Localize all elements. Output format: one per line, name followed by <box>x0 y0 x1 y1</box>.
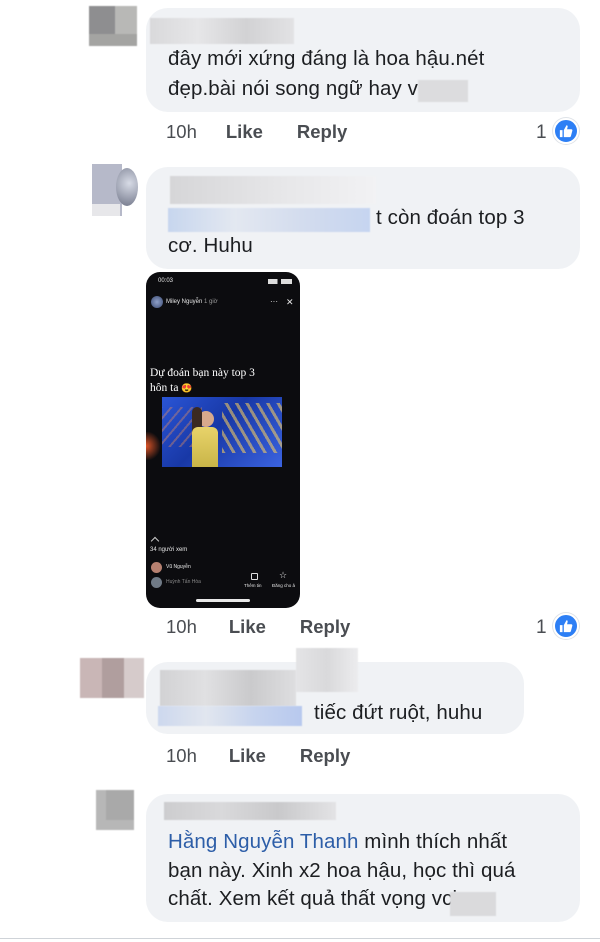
comment-text-segment: mình thích nhất <box>358 830 508 853</box>
post-button[interactable]: Đăng cho ả <box>272 583 295 588</box>
comment-text-line: chất. Xem kết quả thất vọng vcic <box>168 887 468 910</box>
viewer-name: Huỳnh Tấn Hòa <box>166 579 201 585</box>
comment-text-line: t còn đoán top 3 <box>376 206 525 229</box>
divider <box>0 938 600 939</box>
like-button[interactable]: Like <box>229 745 266 767</box>
home-indicator <box>196 599 250 602</box>
comment-time[interactable]: 10h <box>166 745 197 767</box>
redacted-mention <box>160 670 296 706</box>
add-story-button[interactable]: Thêm tin <box>244 583 262 588</box>
comment-text-line: cơ. Huhu <box>168 234 253 257</box>
comment-actions: 10h Like Reply <box>166 745 350 767</box>
comment-text-line: đẹp.bài nói song ngữ hay v <box>168 77 418 100</box>
viewer-avatar <box>151 577 162 588</box>
close-icon[interactable]: ✕ <box>286 297 294 308</box>
comment-actions: 10h Like Reply <box>166 121 347 143</box>
avatar[interactable] <box>89 6 137 46</box>
avatar[interactable] <box>80 658 144 698</box>
comment-text-line: Hằng Nguyễn Thanh mình thích nhất <box>168 827 507 857</box>
reply-button[interactable]: Reply <box>297 121 347 143</box>
star-icon[interactable]: ☆ <box>279 570 287 581</box>
comment-actions: 10h Like Reply <box>166 616 350 638</box>
stage-left-glow <box>146 432 162 460</box>
story-avatar <box>151 296 163 308</box>
like-count[interactable]: 1 <box>536 617 547 639</box>
comment-text-line: tiếc đứt ruột, huhu <box>314 701 483 724</box>
redacted-author-name <box>150 18 294 44</box>
thumbs-up-icon[interactable] <box>553 118 579 144</box>
like-count[interactable]: 1 <box>536 122 547 144</box>
signal-icon <box>268 279 292 284</box>
story-caption-line: hôn ta <box>150 381 179 394</box>
redacted-mention <box>158 706 302 726</box>
redacted-author-name <box>296 648 358 692</box>
redacted-text <box>450 892 496 916</box>
story-caption: Dự đoán bạn này top 3 hôn ta 😍 <box>150 366 255 395</box>
comment-time[interactable]: 10h <box>166 616 197 638</box>
viewer-name: Vũ Nguyễn <box>166 564 191 570</box>
comment-text-line: đây mới xứng đáng là hoa hậu.nét <box>168 47 485 70</box>
status-time: 00:03 <box>158 278 174 284</box>
viewer-avatar <box>151 562 162 573</box>
mention-link[interactable]: Hằng Nguyễn Thanh <box>168 830 359 853</box>
comment-text-line: bạn này. Xinh x2 hoa hậu, học thì quá <box>168 859 516 882</box>
like-button[interactable]: Like <box>229 616 266 638</box>
story-views[interactable]: 34 người xem <box>150 547 187 553</box>
like-button[interactable]: Like <box>226 121 263 143</box>
redacted-text <box>418 80 468 102</box>
comment-time[interactable]: 10h <box>166 121 197 143</box>
chevron-up-icon[interactable] <box>150 536 160 546</box>
reply-button[interactable]: Reply <box>300 616 350 638</box>
story-caption-line: Dự đoán bạn này top 3 <box>150 367 255 379</box>
story-ago: 1 giờ <box>204 299 218 305</box>
reply-button[interactable]: Reply <box>300 745 350 767</box>
redacted-author-name <box>164 802 336 820</box>
story-stage-photo <box>162 397 282 467</box>
add-story-icon[interactable] <box>251 573 258 580</box>
avatar[interactable] <box>92 164 138 216</box>
more-icon[interactable]: ··· <box>270 297 278 306</box>
redacted-mention <box>168 208 370 232</box>
heart-eyes-emoji: 😍 <box>181 382 193 393</box>
story-user: Miley Nguyễn <box>166 299 203 305</box>
avatar[interactable] <box>96 790 134 830</box>
story-screenshot-image[interactable]: 00:03 Miley Nguyễn 1 giờ ··· ✕ Dự đoán b… <box>146 272 300 608</box>
thumbs-up-icon[interactable] <box>553 613 579 639</box>
redacted-author-name <box>170 176 376 204</box>
